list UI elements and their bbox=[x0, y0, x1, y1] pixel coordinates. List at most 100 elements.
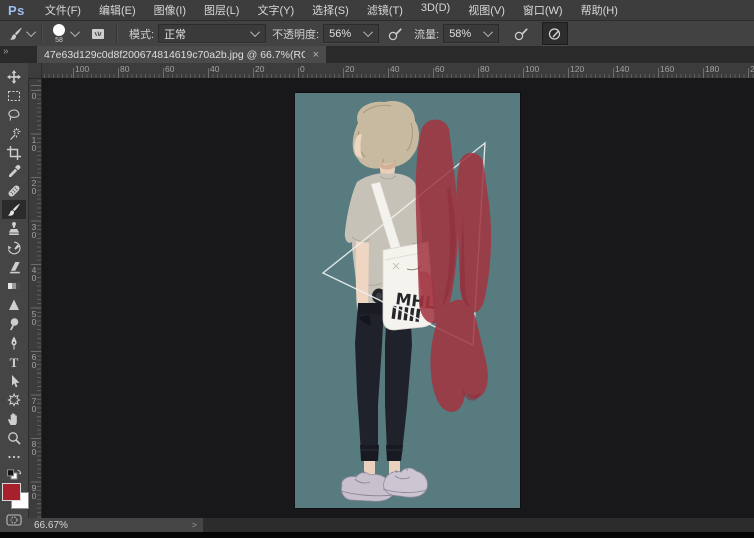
tool-clone-stamp[interactable] bbox=[2, 219, 26, 238]
quick-mask-icon bbox=[6, 512, 22, 528]
tool-path-selection[interactable] bbox=[2, 371, 26, 390]
status-zoom-field[interactable]: 66.67% > bbox=[28, 518, 203, 532]
separator bbox=[116, 25, 118, 43]
menubar-items: 文件(F)编辑(E)图像(I)图层(L)文字(Y)选择(S)滤镜(T)3D(D)… bbox=[36, 2, 627, 18]
tool-crop[interactable] bbox=[2, 143, 26, 162]
menu-item[interactable]: 图像(I) bbox=[145, 2, 195, 18]
menu-item[interactable]: 视图(V) bbox=[459, 2, 514, 18]
svg-text:T: T bbox=[10, 354, 19, 369]
ruler-label: 160 bbox=[660, 64, 674, 74]
menu-item[interactable]: 选择(S) bbox=[303, 2, 358, 18]
collapse-panels-icon[interactable]: » bbox=[3, 46, 8, 57]
tool-custom-shape[interactable] bbox=[2, 390, 26, 409]
separator bbox=[41, 25, 43, 43]
tool-brush[interactable] bbox=[2, 200, 26, 219]
ruler-label: 10 bbox=[29, 135, 39, 151]
pen-pressure-icon bbox=[387, 26, 403, 42]
ruler-label: 200 bbox=[750, 64, 754, 74]
ruler-label: 60 bbox=[29, 352, 39, 368]
menu-item[interactable]: 编辑(E) bbox=[90, 2, 145, 18]
vertical-ruler[interactable]: 0102030405060708090100 bbox=[28, 78, 42, 518]
ruler-label: 40 bbox=[210, 64, 219, 74]
pressure-flow-button[interactable] bbox=[509, 23, 533, 44]
document-tab-title: 47e63d129c0d8f200674814619c70a2b.jpg @ 6… bbox=[44, 49, 305, 61]
canvas-image[interactable]: MHL bbox=[295, 93, 520, 508]
tool-rectangular-marquee[interactable] bbox=[2, 86, 26, 105]
menu-item[interactable]: 窗口(W) bbox=[514, 2, 572, 18]
tool-preset-picker[interactable] bbox=[4, 23, 28, 44]
chevron-down-icon[interactable] bbox=[70, 27, 80, 37]
tool-sharpen[interactable] bbox=[2, 295, 26, 314]
menu-item[interactable]: 文件(F) bbox=[36, 2, 90, 18]
dodge-icon bbox=[6, 316, 22, 332]
opacity-label: 不透明度: bbox=[272, 26, 319, 42]
pressure-opacity-button[interactable] bbox=[383, 23, 407, 44]
tool-lasso[interactable] bbox=[2, 105, 26, 124]
tools-panel: T bbox=[0, 63, 29, 536]
tool-eraser[interactable] bbox=[2, 257, 26, 276]
brush-preset-picker[interactable]: 58 bbox=[48, 23, 70, 44]
toggle-brush-panel-button[interactable] bbox=[86, 23, 110, 44]
brush-size-value: 58 bbox=[55, 37, 63, 44]
spot-healing-brush-icon bbox=[6, 183, 22, 199]
tool-eyedropper[interactable] bbox=[2, 162, 26, 181]
window-bottom-edge bbox=[0, 532, 754, 538]
magic-wand-icon bbox=[6, 126, 22, 142]
eyedropper-icon bbox=[6, 164, 22, 180]
menu-item[interactable]: 文字(Y) bbox=[248, 2, 303, 18]
pasteboard[interactable]: MHL bbox=[42, 78, 754, 518]
zoom-icon bbox=[6, 430, 22, 446]
document-tab[interactable]: 47e63d129c0d8f200674814619c70a2b.jpg @ 6… bbox=[37, 46, 326, 63]
ruler-label: 50 bbox=[29, 309, 39, 325]
chevron-down-icon bbox=[250, 27, 260, 37]
ruler-label: 100 bbox=[525, 64, 539, 74]
tool-dodge[interactable] bbox=[2, 314, 26, 333]
edit-toolbar-icon bbox=[6, 449, 22, 465]
lasso-icon bbox=[6, 107, 22, 123]
photoshop-window: Ps 文件(F)编辑(E)图像(I)图层(L)文字(Y)选择(S)滤镜(T)3D… bbox=[0, 0, 754, 538]
tool-move[interactable] bbox=[2, 67, 26, 86]
quick-mask-button[interactable] bbox=[2, 512, 26, 528]
flow-select[interactable]: 58% bbox=[443, 24, 499, 43]
tool-list: T bbox=[2, 67, 26, 466]
tool-spot-healing-brush[interactable] bbox=[2, 181, 26, 200]
airbrush-toggle-button[interactable] bbox=[542, 22, 568, 45]
ruler-label: 20 bbox=[345, 64, 354, 74]
document-canvas[interactable]: MHL bbox=[295, 93, 520, 508]
default-colors-button[interactable] bbox=[6, 469, 22, 481]
tool-history-brush[interactable] bbox=[2, 238, 26, 257]
tool-magic-wand[interactable] bbox=[2, 124, 26, 143]
pen-icon bbox=[6, 335, 22, 351]
sharpen-icon bbox=[6, 297, 22, 313]
tool-gradient[interactable] bbox=[2, 276, 26, 295]
opacity-value: 56% bbox=[329, 28, 351, 40]
foreground-color-swatch[interactable] bbox=[2, 483, 21, 501]
ruler-label: 20 bbox=[255, 64, 264, 74]
blend-mode-select[interactable]: 正常 bbox=[158, 24, 266, 43]
tool-zoom[interactable] bbox=[2, 428, 26, 447]
horizontal-ruler[interactable]: 10080604020020406080100120140160180200 bbox=[28, 63, 754, 79]
menu-bar: Ps 文件(F)编辑(E)图像(I)图层(L)文字(Y)选择(S)滤镜(T)3D… bbox=[0, 0, 754, 21]
close-icon[interactable]: × bbox=[313, 49, 319, 61]
chevron-down-icon bbox=[363, 27, 373, 37]
flow-value: 58% bbox=[449, 28, 471, 40]
opacity-select[interactable]: 56% bbox=[323, 24, 379, 43]
ruler-label: 0 bbox=[29, 91, 39, 99]
path-selection-icon bbox=[6, 373, 22, 389]
menu-item[interactable]: 图层(L) bbox=[195, 2, 248, 18]
ruler-label: 80 bbox=[480, 64, 489, 74]
document-tab-bar: » 47e63d129c0d8f200674814619c70a2b.jpg @… bbox=[0, 46, 754, 63]
ruler-label: 0 bbox=[300, 64, 305, 74]
menu-item[interactable]: 滤镜(T) bbox=[358, 2, 412, 18]
status-chevron-icon[interactable]: > bbox=[192, 520, 197, 530]
tool-hand[interactable] bbox=[2, 409, 26, 428]
tool-type[interactable]: T bbox=[2, 352, 26, 371]
ruler-origin-corner[interactable] bbox=[28, 63, 42, 79]
gradient-icon bbox=[6, 278, 22, 294]
menu-item[interactable]: 3D(D) bbox=[412, 2, 459, 18]
tool-pen[interactable] bbox=[2, 333, 26, 352]
tool-edit-toolbar[interactable] bbox=[2, 447, 26, 466]
menu-item[interactable]: 帮助(H) bbox=[572, 2, 627, 18]
ruler-label: 40 bbox=[29, 265, 39, 281]
ruler-label: 30 bbox=[29, 222, 39, 238]
